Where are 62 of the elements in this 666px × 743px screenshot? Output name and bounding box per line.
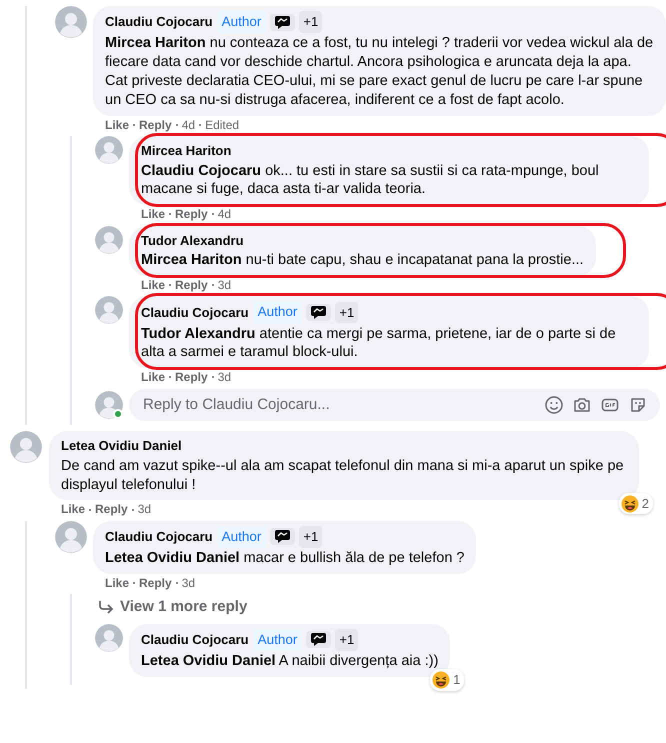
laughing-emoji-icon [432, 671, 450, 690]
reply-link[interactable]: Reply [175, 278, 208, 292]
reply-box[interactable]: Reply to Claudiu Cojocaru... [129, 388, 660, 422]
avatar[interactable] [95, 624, 123, 652]
author-label: Author [252, 301, 302, 324]
reply-field[interactable]: Reply to Claudiu Cojocaru... [141, 392, 544, 418]
reply-link[interactable]: Reply [139, 118, 172, 132]
comment-text: De cand am vazut spike--ul ala am scapat telefonul din mana si mi-a aparut un spike pe displayul telefonului ! [61, 456, 625, 494]
author-name[interactable]: Claudiu Cojocaru [105, 12, 213, 32]
laughing-emoji-icon [620, 494, 639, 513]
reply-arrow-icon [98, 600, 114, 614]
timestamp[interactable]: 4d [218, 207, 232, 222]
like-link[interactable]: Like [61, 502, 86, 517]
author-label: Author [252, 628, 302, 651]
author-name[interactable]: Claudiu Cojocaru [141, 302, 249, 322]
like-link[interactable]: Like [141, 207, 166, 222]
like-link[interactable]: Like [141, 278, 166, 292]
timestamp[interactable]: 4d [182, 118, 196, 132]
author-name[interactable]: Claudiu Cojocaru [141, 630, 249, 650]
comment-text: Letea Ovidiu Daniel macar e bullish ăla de pe telefon ? [105, 548, 464, 568]
author-name[interactable]: Claudiu Cojocaru [105, 527, 213, 547]
emoji-icon[interactable] [544, 394, 564, 415]
avatar[interactable] [55, 6, 87, 38]
comment-text: Mircea Hariton nu conteaza ce a fost, tu nu intelegi ? traderii vor vedea wickul ala de fiecare data cand vor deschide chartul. Ancora psihologica e aruncata deja la apa. Cat priveste declaratia CEO-ului, mi se pare exact genul de lucru pe care l-ar spune un CEO ca sa nu-si distruga afacerea, indiferent ce a fost de fapt acolo. [105, 34, 654, 110]
avatar[interactable] [95, 296, 123, 324]
badge-count: +1 [299, 526, 322, 548]
author-label: Author [216, 11, 266, 34]
badge-count: +1 [335, 629, 358, 651]
avatar[interactable] [10, 431, 42, 464]
comment-text: Letea Ovidiu Daniel A naibii divergența aia :)) [141, 652, 438, 671]
reaction-count[interactable]: 2 [642, 494, 649, 514]
speech-bubble-icon [310, 304, 328, 320]
avatar[interactable] [95, 226, 123, 254]
timestamp[interactable]: 3d [218, 278, 232, 292]
timestamp[interactable]: 3d [218, 370, 232, 385]
badge-count: +1 [335, 302, 358, 324]
reaction-count[interactable]: 1 [453, 670, 460, 690]
speech-bubble-icon [274, 14, 292, 30]
avatar[interactable] [95, 390, 123, 419]
speech-bubble-icon [274, 529, 292, 544]
author-label: Author [216, 526, 266, 548]
reply-link[interactable]: Reply [175, 370, 208, 385]
timestamp[interactable]: 3d [138, 502, 152, 517]
badge-count: +1 [299, 11, 322, 33]
author-name[interactable]: Letea Ovidiu Daniel [61, 436, 182, 456]
comment-text: Mircea Hariton nu-ti bate capu, shau e incapatanat pana la prostie... [141, 251, 584, 270]
avatar[interactable] [55, 520, 87, 553]
reply-link[interactable]: Reply [95, 502, 128, 517]
reply-link[interactable]: Reply [175, 207, 208, 222]
author-name[interactable]: Mircea Hariton [141, 141, 232, 161]
like-link[interactable]: Like [105, 576, 130, 590]
comment-text: Tudor Alexandru atentie ca mergi pe sarma, prietene, iar de o parte si de alta a sarmei e taramul block-ului. [141, 324, 617, 362]
avatar[interactable] [95, 136, 123, 164]
author-name[interactable]: Tudor Alexandru [141, 230, 244, 250]
like-link[interactable]: Like [105, 118, 130, 132]
like-link[interactable]: Like [141, 370, 166, 385]
reply-link[interactable]: Reply [139, 576, 172, 590]
view-more-replies-link[interactable]: View 1 more reply [98, 596, 248, 619]
edited-label: Edited [205, 118, 240, 132]
speech-bubble-icon [310, 632, 328, 648]
timestamp[interactable]: 3d [182, 576, 196, 590]
comment-text: Claudiu Cojocaru ok... tu esti in stare sa sustii si ca rata-mpunge, boul macane si fuge, daca asta ti-ar valida teoria. [141, 162, 600, 200]
